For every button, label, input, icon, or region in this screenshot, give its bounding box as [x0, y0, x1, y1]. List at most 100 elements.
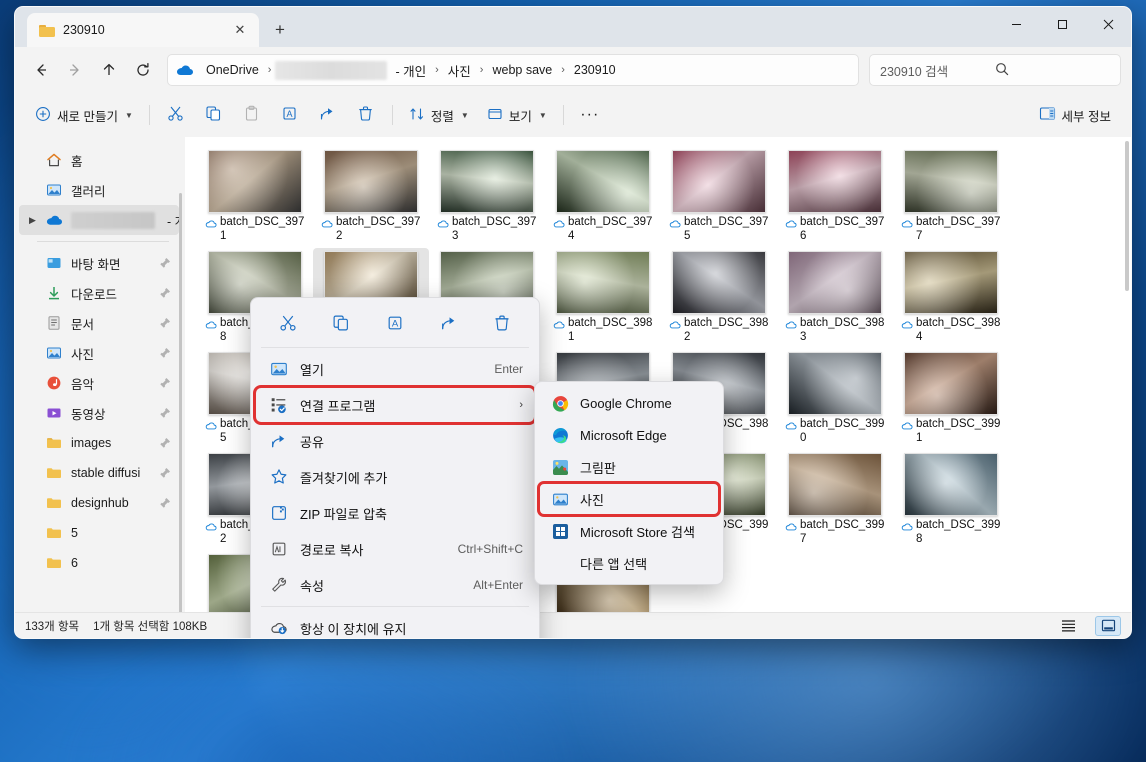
chevron-down-icon: ▼ [538, 110, 547, 120]
sidebar-item-designhub[interactable]: designhub [19, 488, 179, 518]
list-view-toggle[interactable] [1055, 616, 1081, 636]
rename-icon[interactable]: A [378, 308, 412, 338]
file-item[interactable]: batch_DSC_3971 [197, 147, 313, 248]
file-item[interactable]: batch_DSC_3972 [313, 147, 429, 248]
sidebar-scrollbar[interactable] [179, 193, 182, 612]
back-button[interactable] [25, 54, 57, 86]
file-thumbnail [904, 453, 998, 516]
sidebar-item-gallery[interactable]: 갤러리 [19, 175, 179, 205]
sidebar-item-images[interactable]: images [19, 428, 179, 458]
crumb-pictures[interactable]: 사진 [443, 58, 476, 83]
file-item[interactable]: batch_DSC_3977 [893, 147, 1009, 248]
share-icon[interactable] [432, 308, 466, 338]
sidebar-item-onedrive-personal[interactable]: ▶ - 개 [19, 205, 179, 235]
file-item[interactable]: batch_DSC_3974 [545, 147, 661, 248]
sidebar-item-6[interactable]: 6 [19, 548, 179, 578]
delete-button[interactable] [348, 99, 384, 131]
sidebar-item-home[interactable]: 홈 [19, 145, 179, 175]
submenu-item-search-microsoft-store[interactable]: Microsoft Store 검색 [539, 515, 719, 547]
sidebar-item-documents[interactable]: 문서 [19, 308, 179, 338]
toolbar-divider [562, 105, 564, 125]
close-window-button[interactable] [1085, 7, 1131, 41]
pin-icon[interactable] [159, 407, 171, 419]
sidebar-item-videos[interactable]: 동영상 [19, 398, 179, 428]
pin-icon[interactable] [159, 467, 171, 479]
submenu-item-microsoft-edge[interactable]: Microsoft Edge [539, 419, 719, 451]
sidebar-item-5[interactable]: 5 [19, 518, 179, 548]
search-input[interactable]: 230910 검색 [869, 54, 1121, 86]
close-tab-icon[interactable]: ✕ [229, 19, 251, 41]
chevron-right-icon[interactable]: ▶ [29, 215, 36, 226]
file-item[interactable]: batch_DSC_3998 [893, 450, 1009, 551]
up-button[interactable] [93, 54, 125, 86]
delete-icon[interactable] [485, 308, 519, 338]
tab-230910[interactable]: 230910 ✕ [27, 13, 259, 47]
cut-icon[interactable] [271, 308, 305, 338]
new-button[interactable]: 새로 만들기 ▼ [27, 99, 141, 131]
menu-item-open[interactable]: 열기 Enter [255, 351, 535, 387]
menu-item-compress-to-zip[interactable]: ZIP 파일로 압축 [255, 495, 535, 531]
menu-item-always-keep-on-device[interactable]: 항상 이 장치에 유지 [255, 610, 535, 638]
sidebar-item-pictures[interactable]: 사진 [19, 338, 179, 368]
file-item[interactable]: batch_DSC_3983 [777, 248, 893, 349]
pin-icon[interactable] [159, 317, 171, 329]
crumb-personal[interactable]: - 개인 [390, 58, 431, 83]
submenu-item-photos[interactable]: 사진 [537, 481, 721, 517]
sidebar-item-music[interactable]: 음악 [19, 368, 179, 398]
file-item[interactable]: batch_DSC_3990 [777, 349, 893, 450]
pin-icon[interactable] [159, 437, 171, 449]
copy-icon[interactable] [324, 308, 358, 338]
search-icon[interactable] [995, 62, 1110, 79]
new-tab-button[interactable]: + [265, 15, 295, 45]
share-button[interactable] [310, 99, 346, 131]
sidebar-label: 6 [71, 556, 78, 570]
paste-button[interactable] [234, 99, 270, 131]
submenu-item-choose-another-app[interactable]: 다른 앱 선택 [539, 547, 719, 579]
share-icon [269, 432, 288, 451]
sort-button[interactable]: 정렬 ▼ [401, 99, 477, 131]
file-item[interactable]: batch_DSC_3975 [661, 147, 777, 248]
pin-icon[interactable] [159, 287, 171, 299]
large-icons-view-toggle[interactable] [1095, 615, 1121, 636]
sidebar-item-desktop[interactable]: 바탕 화면 [19, 248, 179, 278]
submenu-item-google-chrome[interactable]: Google Chrome [539, 387, 719, 419]
keep-on-device-icon [269, 619, 288, 638]
menu-item-copy-path[interactable]: 경로로 복사 Ctrl+Shift+C [255, 531, 535, 567]
file-thumbnail [904, 352, 998, 415]
cut-button[interactable] [158, 99, 194, 131]
minimize-button[interactable] [993, 7, 1039, 41]
view-button[interactable]: 보기 ▼ [479, 99, 555, 131]
file-label: batch_DSC_3983 [783, 317, 887, 344]
sidebar-item-stable-diffusion[interactable]: stable diffusi [19, 458, 179, 488]
file-item[interactable]: batch_DSC_3982 [661, 248, 777, 349]
pin-icon[interactable] [159, 347, 171, 359]
refresh-button[interactable] [127, 54, 159, 86]
more-options-button[interactable]: ··· [572, 99, 608, 131]
maximize-button[interactable] [1039, 7, 1085, 41]
breadcrumb[interactable]: OneDrive › - 개인 › 사진 › webp save › 23091… [167, 54, 859, 86]
copy-button[interactable] [196, 99, 232, 131]
forward-button[interactable] [59, 54, 91, 86]
crumb-onedrive[interactable]: OneDrive [201, 60, 264, 80]
submenu-item-paint[interactable]: 그림판 [539, 451, 719, 483]
pin-icon[interactable] [159, 377, 171, 389]
menu-item-open-with[interactable]: 연결 프로그램 › [253, 385, 537, 425]
file-item[interactable]: batch_DSC_3997 [777, 450, 893, 551]
pin-icon[interactable] [159, 497, 171, 509]
crumb-separator: › [267, 64, 272, 76]
file-item[interactable]: batch_DSC_3973 [429, 147, 545, 248]
menu-item-share[interactable]: 공유 [255, 423, 535, 459]
rename-button[interactable]: A [272, 99, 308, 131]
file-item[interactable]: batch_DSC_3991 [893, 349, 1009, 450]
file-item[interactable]: batch_DSC_3984 [893, 248, 1009, 349]
file-list-scrollbar[interactable] [1125, 141, 1129, 291]
sidebar-item-downloads[interactable]: 다운로드 [19, 278, 179, 308]
file-item[interactable]: batch_DSC_3981 [545, 248, 661, 349]
details-pane-button[interactable]: 세부 정보 [1031, 99, 1119, 131]
crumb-230910[interactable]: 230910 [569, 60, 621, 80]
menu-item-properties[interactable]: 속성 Alt+Enter [255, 567, 535, 603]
pin-icon[interactable] [159, 257, 171, 269]
menu-item-add-to-favorites[interactable]: 즐겨찾기에 추가 [255, 459, 535, 495]
file-item[interactable]: batch_DSC_3976 [777, 147, 893, 248]
crumb-webp-save[interactable]: webp save [487, 60, 557, 80]
